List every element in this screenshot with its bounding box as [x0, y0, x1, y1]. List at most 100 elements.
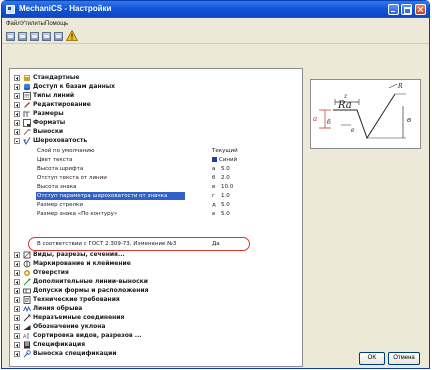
- property-name: Высота шрифта: [37, 166, 84, 172]
- expand-toggle[interactable]: [14, 111, 20, 117]
- tree-item-spec-leader[interactable]: Выноска спецификации: [10, 350, 302, 358]
- menu-utilities[interactable]: Утилиты: [21, 21, 45, 27]
- tree-item-views[interactable]: Виды, разрезы, сечения...: [10, 251, 302, 259]
- window-title: MechaniCS - Настройки: [19, 4, 112, 13]
- roughness-symbol-drawing: z Ra R a б в e: [313, 83, 411, 140]
- property-row-text-color[interactable]: Цвет текста Синий: [10, 156, 302, 164]
- property-name: Высота знака: [37, 184, 77, 190]
- tree-item-tech-requirements[interactable]: Технические требования: [10, 296, 302, 304]
- preview-label-z: z: [343, 93, 348, 100]
- tree-item-dimensions[interactable]: Размеры: [10, 110, 302, 118]
- property-key: г: [212, 193, 215, 199]
- maximize-button[interactable]: [401, 4, 412, 15]
- cancel-button[interactable]: Отмена: [388, 352, 420, 365]
- expand-toggle[interactable]: [14, 297, 20, 303]
- tool-button-4[interactable]: [42, 32, 51, 41]
- tree-item-editing[interactable]: Редактирование: [10, 101, 302, 109]
- tree-item-leaders[interactable]: Выноски: [10, 128, 302, 136]
- warning-icon[interactable]: [66, 30, 78, 41]
- tree-item-label: Отверстия: [33, 269, 69, 276]
- tree-item-label: Размеры: [33, 110, 64, 117]
- tree-item-line-types[interactable]: Типы линий: [10, 92, 302, 100]
- property-value: 1.0: [221, 193, 230, 199]
- property-row-sign-height[interactable]: Высота знака в 10.0: [10, 183, 302, 191]
- title-bar[interactable]: MechaniCS - Настройки: [2, 1, 429, 18]
- tree-item-standards[interactable]: Стандартные: [10, 74, 302, 82]
- property-row-parameter-offset[interactable]: Отступ параметра шероховатости от значка…: [10, 192, 302, 200]
- ok-button[interactable]: OK: [359, 352, 385, 365]
- property-row-arrow-size[interactable]: Размер стрелки д 5.0: [10, 201, 302, 209]
- property-name: Отступ параметра шероховатости от значка: [37, 193, 168, 199]
- tool-button-2[interactable]: [18, 32, 27, 41]
- property-row-font-height[interactable]: Высота шрифта a 5.0: [10, 165, 302, 173]
- property-key: a: [212, 166, 216, 172]
- tree-item-roughness[interactable]: Шероховатость: [10, 137, 302, 145]
- property-key: е: [212, 211, 216, 217]
- tree-item-break-line[interactable]: Линия обрыва: [10, 305, 302, 313]
- expand-toggle[interactable]: [14, 324, 20, 330]
- tool-button-3[interactable]: [30, 32, 39, 41]
- expand-toggle[interactable]: [14, 342, 20, 348]
- tree-item-database-access[interactable]: Доступ к базам данных: [10, 83, 302, 91]
- settings-tree[interactable]: Стандартные Доступ к базам данных Типы л…: [9, 68, 303, 367]
- tree-item-label: Технические требования: [33, 296, 120, 303]
- expand-toggle[interactable]: [14, 279, 20, 285]
- property-name: Цвет текста: [37, 157, 73, 163]
- expand-toggle[interactable]: [14, 315, 20, 321]
- expand-toggle[interactable]: [14, 75, 20, 81]
- tree-item-tolerances[interactable]: Допуски формы и расположения: [10, 287, 302, 295]
- tree-item-joints[interactable]: Неразъемные соединения: [10, 314, 302, 322]
- property-row-default-layer[interactable]: Слой по умолчанию Текущий: [10, 147, 302, 155]
- property-row-text-offset[interactable]: Отступ текста от линии б 2.0: [10, 174, 302, 182]
- property-name: Отступ текста от линии: [37, 175, 107, 181]
- property-value: 5.0: [221, 211, 230, 217]
- roughness-preview: z Ra R a б в e: [310, 79, 421, 149]
- marking-icon: [23, 260, 31, 268]
- svg-text:A: A: [23, 334, 27, 340]
- expand-toggle[interactable]: [14, 93, 20, 99]
- tree-item-slope[interactable]: Обозначение уклона: [10, 323, 302, 331]
- tree-item-specification[interactable]: Спецификация: [10, 341, 302, 349]
- property-row-contour-sign-size[interactable]: Размер знака «По контуру» е 5.0: [10, 210, 302, 218]
- expand-toggle[interactable]: [14, 84, 20, 90]
- tree-item-formats[interactable]: Форматы: [10, 119, 302, 127]
- expand-toggle[interactable]: [14, 351, 20, 357]
- tree-item-marking[interactable]: Маркирование и клеймение: [10, 260, 302, 268]
- expand-toggle[interactable]: [14, 288, 20, 294]
- database-icon: [24, 83, 30, 91]
- menu-bar: Файл Утилиты Помощь: [2, 19, 429, 30]
- tool-button-1[interactable]: [6, 32, 15, 41]
- sorting-icon: A: [23, 333, 29, 340]
- tool-button-5[interactable]: [54, 32, 63, 41]
- tree-item-label: Виды, разрезы, сечения...: [33, 251, 125, 258]
- menu-help[interactable]: Помощь: [45, 21, 68, 27]
- joints-icon: [23, 314, 31, 322]
- tree-item-label: Доступ к базам данных: [33, 83, 116, 90]
- slope-icon: [23, 325, 31, 330]
- expand-toggle[interactable]: [14, 306, 20, 312]
- property-value: 5.0: [221, 166, 230, 172]
- preview-label-e: e: [351, 127, 355, 134]
- property-value: Синий: [219, 157, 238, 163]
- tree-item-extra-leaders[interactable]: Дополнительные линии-выноски: [10, 278, 302, 286]
- expand-toggle[interactable]: [14, 261, 20, 267]
- minimize-button[interactable]: [388, 4, 399, 15]
- expand-toggle[interactable]: [14, 102, 20, 108]
- edit-icon: [24, 102, 30, 108]
- specification-icon: [24, 341, 30, 349]
- settings-window: MechaniCS - Настройки Файл Утилиты Помощ…: [1, 0, 430, 369]
- expand-toggle[interactable]: [14, 252, 20, 258]
- expand-toggle[interactable]: [14, 270, 20, 276]
- collapse-toggle[interactable]: [14, 138, 20, 144]
- expand-toggle[interactable]: [14, 120, 20, 126]
- tree-item-label: Обозначение уклона: [33, 323, 106, 330]
- formats-icon: [23, 119, 31, 127]
- tree-item-sorting[interactable]: A Сортировка видов, разрезов ...: [10, 332, 302, 340]
- expand-toggle[interactable]: [14, 333, 20, 339]
- tree-item-label: Сортировка видов, разрезов ...: [33, 332, 142, 339]
- tree-item-holes[interactable]: Отверстия: [10, 269, 302, 277]
- expand-toggle[interactable]: [14, 129, 20, 135]
- menu-file[interactable]: Файл: [6, 21, 21, 27]
- dimensions-icon: [23, 111, 30, 117]
- close-button[interactable]: [415, 4, 426, 15]
